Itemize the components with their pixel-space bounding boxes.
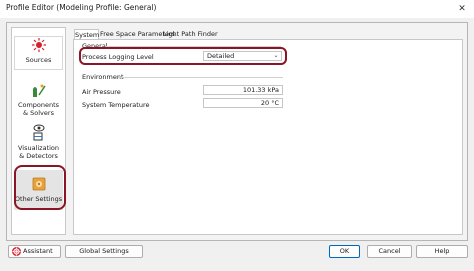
system-temperature-label: System Temperature <box>82 101 150 109</box>
window-title: Profile Editor (Modeling Profile: Genera… <box>6 3 157 12</box>
tab-light-path-finder[interactable]: Light Path Finder <box>163 29 218 39</box>
selection-highlight <box>14 165 66 210</box>
cancel-button[interactable]: Cancel <box>367 245 412 258</box>
visualization-icon <box>33 124 44 141</box>
components-icon <box>32 84 46 97</box>
sidebar-item-visualization-detectors[interactable]: Visualization & Detectors <box>14 123 63 165</box>
field-highlight <box>79 47 287 65</box>
assistant-label: Assistant <box>23 247 53 255</box>
help-button[interactable]: Help <box>416 245 468 258</box>
settings-panel <box>73 39 463 235</box>
assistant-button[interactable]: Assistant <box>8 245 61 258</box>
lifebuoy-icon <box>12 246 21 256</box>
sidebar-item-label: Components & Solvers <box>17 101 60 117</box>
ok-button[interactable]: OK <box>329 245 360 258</box>
sidebar-item-components-solvers[interactable]: Components & Solvers <box>14 82 63 118</box>
air-pressure-field[interactable]: 101.33 kPa <box>203 85 283 95</box>
sidebar-item-label: Sources <box>25 56 52 64</box>
group-divider <box>118 77 283 78</box>
sources-icon <box>31 38 46 52</box>
sidebar-item-sources[interactable]: Sources <box>14 36 63 70</box>
system-temperature-field[interactable]: 20 °C <box>203 98 283 108</box>
sidebar-item-label: Visualization & Detectors <box>17 144 60 160</box>
air-pressure-label: Air Pressure <box>82 88 121 96</box>
global-settings-button[interactable]: Global Settings <box>65 245 143 258</box>
close-button[interactable]: ✕ <box>452 1 472 17</box>
tab-system[interactable]: System <box>74 29 99 39</box>
